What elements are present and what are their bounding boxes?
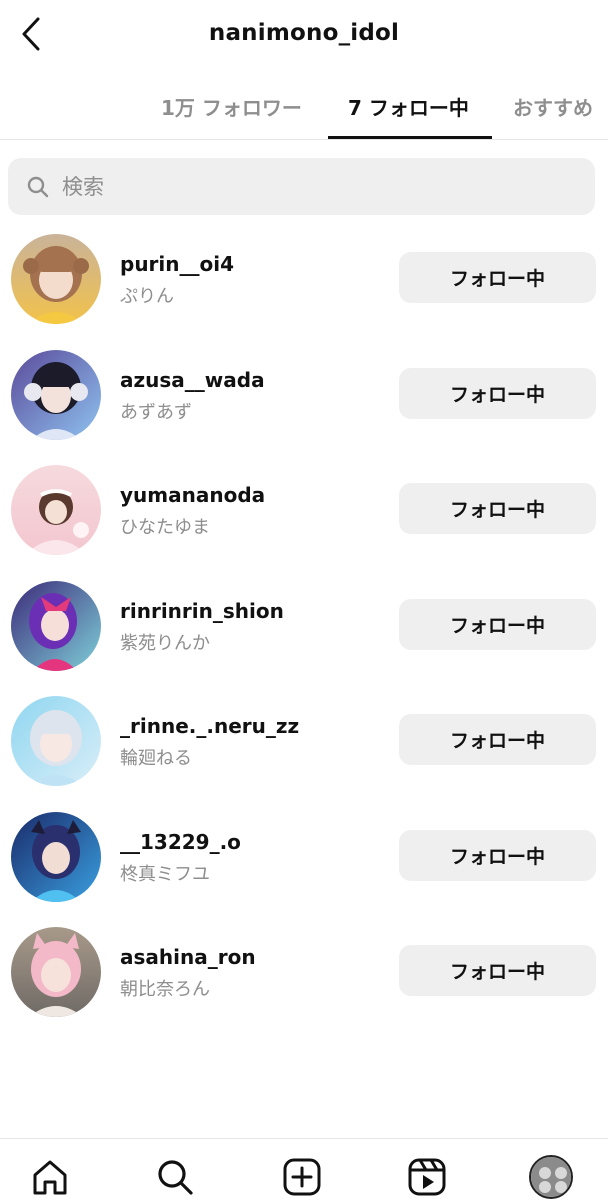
avatar[interactable] [11,349,101,440]
full-name: 柊真ミフユ [120,863,210,885]
username[interactable]: yumananoda [120,483,265,507]
avatar[interactable] [11,465,101,555]
nav-create[interactable] [280,1155,324,1199]
following-screen: nanimono_idol 1万 フォロワー 7 フォロー中 おすすめ 検索 p… [0,0,608,1200]
search-icon [158,1160,193,1195]
list-item: azusa__wada あずあず フォロー中 [0,336,608,452]
full-name: ぷりん [120,286,174,307]
search-icon [27,176,49,197]
header: nanimono_idol [0,0,608,70]
username[interactable]: _rinne._.neru_zz [120,714,299,738]
following-button[interactable]: フォロー中 [399,483,596,534]
username[interactable]: asahina_ron [120,945,256,969]
following-button[interactable]: フォロー中 [399,598,596,650]
username[interactable]: purin__oi4 [120,252,234,276]
username[interactable]: azusa__wada [120,368,265,392]
home-icon [33,1160,67,1195]
tab-suggested[interactable]: おすすめ [513,92,593,121]
create-post-icon [283,1158,321,1196]
full-name: 朝比奈ろん [120,979,210,1000]
active-tab-indicator [328,136,492,139]
avatar[interactable] [11,580,101,671]
following-button[interactable]: フォロー中 [399,945,596,996]
reels-icon [408,1158,446,1196]
nav-reels[interactable] [405,1155,449,1199]
list-item: asahina_ron 朝比奈ろん フォロー中 [0,913,608,1029]
avatar[interactable] [11,234,101,324]
list-item: purin__oi4 ぷりん フォロー中 [0,220,608,336]
nav-profile[interactable] [529,1155,573,1199]
full-name: 輪廻ねる [120,748,192,769]
list-item: _rinne._.neru_zz 輪廻ねる フォロー中 [0,682,608,798]
nav-search[interactable] [153,1155,197,1199]
tab-followers[interactable]: 1万 フォロワー [161,92,302,121]
tab-bar: 1万 フォロワー 7 フォロー中 おすすめ [0,70,608,140]
nav-home[interactable] [28,1155,72,1199]
username[interactable]: rinrinrin_shion [120,599,284,623]
following-button[interactable]: フォロー中 [399,714,596,765]
following-button[interactable]: フォロー中 [399,367,596,419]
full-name: ひなたゆま [120,517,210,538]
search-bar[interactable] [8,158,595,215]
bottom-nav [0,1138,608,1200]
list-item: yumananoda ひなたゆま フォロー中 [0,451,608,567]
avatar[interactable] [11,811,101,902]
page-title: nanimono_idol [208,20,400,46]
search-input[interactable] [62,174,542,199]
username[interactable]: __13229_.o [120,830,241,854]
tab-following[interactable]: 7 フォロー中 [348,92,469,121]
avatar[interactable] [11,696,101,786]
profile-avatar [529,1155,573,1199]
following-button[interactable]: フォロー中 [399,829,596,881]
list-item: rinrinrin_shion 紫苑りんか フォロー中 [0,567,608,683]
following-button[interactable]: フォロー中 [399,252,596,303]
full-name: あずあず [120,401,192,423]
avatar[interactable] [11,927,101,1017]
list-item: __13229_.o 柊真ミフユ フォロー中 [0,798,608,914]
following-list: purin__oi4 ぷりん フォロー中 azusa__wada あずあず フォ… [0,220,608,1029]
full-name: 紫苑りんか [120,632,210,654]
